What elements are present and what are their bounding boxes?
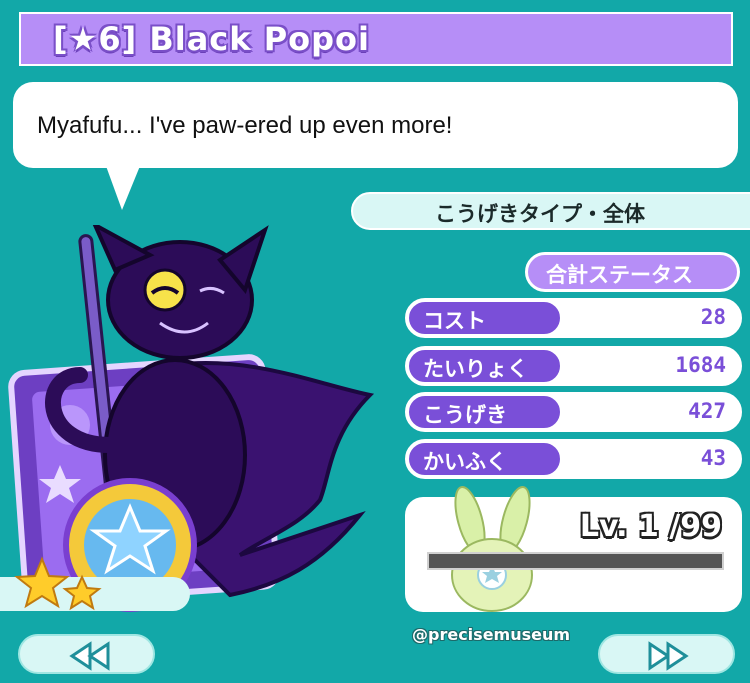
type-label: こうげきタイプ・全体 xyxy=(435,202,645,226)
rarity-stars xyxy=(14,556,102,611)
stat-label-pill: たいりょく xyxy=(407,348,562,384)
title-bar: [★6] Black Popoi xyxy=(19,12,733,66)
stat-row-attack: こうげき 427 xyxy=(405,392,742,432)
rewind-icon xyxy=(69,641,110,671)
stat-value: 28 xyxy=(700,305,726,329)
stat-label-pill: かいふく xyxy=(407,441,562,477)
rarity-star-icon xyxy=(14,556,70,609)
stat-label-pill: こうげき xyxy=(407,394,562,430)
stat-row-recovery: かいふく 43 xyxy=(405,439,742,479)
speech-tail xyxy=(106,166,140,210)
watermark: @precisemuseum xyxy=(412,625,571,644)
stat-label: かいふく xyxy=(423,450,507,474)
total-status-header: 合計ステータス xyxy=(525,252,740,292)
stat-label: こうげき xyxy=(423,403,507,427)
next-button[interactable] xyxy=(598,634,735,674)
stat-row-hp: たいりょく 1684 xyxy=(405,346,742,386)
stat-label: たいりょく xyxy=(423,357,528,381)
stat-value: 43 xyxy=(700,446,726,470)
rarity-small-star-icon xyxy=(62,574,102,611)
level-panel: Lv. 1 /99 xyxy=(405,486,742,612)
stat-value: 1684 xyxy=(675,353,726,377)
stat-row-cost: コスト 28 xyxy=(405,298,742,338)
type-bar: こうげきタイプ・全体 xyxy=(351,192,750,230)
previous-button[interactable] xyxy=(18,634,155,674)
total-status-label: 合計ステータス xyxy=(546,263,693,287)
speech-text: Myafufu... I've paw-ered up even more! xyxy=(37,112,453,139)
fast-forward-icon xyxy=(648,641,689,671)
mascot-icon xyxy=(451,486,533,612)
card-title: [★6] Black Popoi xyxy=(53,20,370,58)
stat-label-pill: コスト xyxy=(407,300,562,336)
speech-bubble: Myafufu... I've paw-ered up even more! xyxy=(13,82,738,168)
stat-label: コスト xyxy=(423,309,486,333)
exp-bar xyxy=(427,552,724,570)
stat-value: 427 xyxy=(688,399,726,423)
level-label: Lv. 1 /99 xyxy=(579,509,722,544)
